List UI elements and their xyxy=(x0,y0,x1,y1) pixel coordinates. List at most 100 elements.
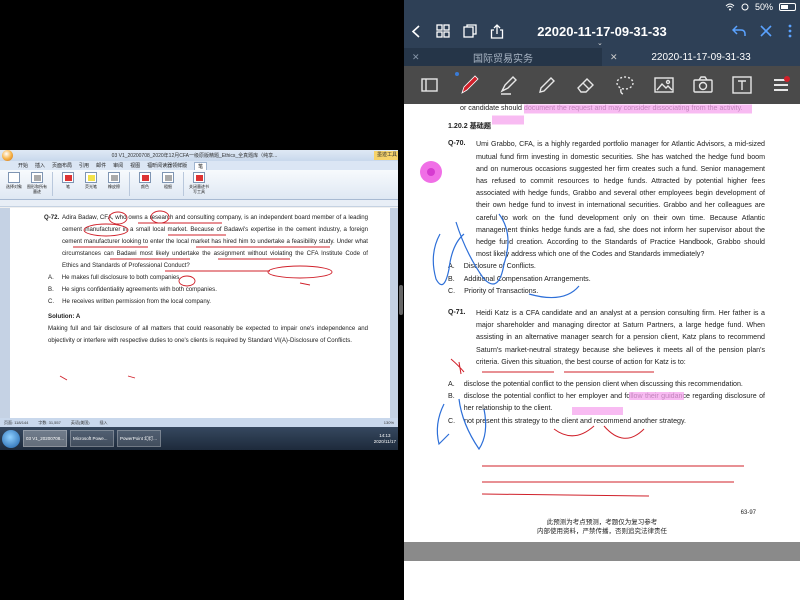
question-72: Q-72. Adira Badaw, CFA, who owns a resea… xyxy=(44,212,368,272)
menu-review[interactable]: 审阅 xyxy=(113,162,123,169)
word-ribbon: 选择对象 图形和所有墨迹 笔 荧光笔 橡皮擦 颜色 粗细 关闭墨迹书写工具 xyxy=(0,170,400,200)
start-button-icon[interactable] xyxy=(2,429,20,448)
tool-highlighter[interactable] xyxy=(488,70,527,100)
option-letter: C. xyxy=(448,416,456,425)
ribbon-pen[interactable]: 笔 xyxy=(58,172,78,189)
ribbon-close-ink[interactable]: 关闭墨迹书写工具 xyxy=(189,172,209,194)
tool-lasso[interactable] xyxy=(605,70,644,100)
close-icon[interactable] xyxy=(760,25,772,37)
word-title: 03 V1_20200708_2020年12月CFA一级原版精题_Ethics_… xyxy=(111,153,278,159)
title-dropdown-icon[interactable]: ⌄ xyxy=(597,39,603,47)
tool-eraser[interactable] xyxy=(566,70,605,100)
menu-references[interactable]: 引用 xyxy=(79,162,89,169)
reader-icon xyxy=(420,78,438,92)
menu-layout[interactable]: 页面布局 xyxy=(52,162,72,169)
context-tab-label: 墨迹工具 xyxy=(373,151,400,160)
option-text: He makes full disclosure to both compani… xyxy=(61,274,181,281)
battery-percent: 50% xyxy=(754,2,773,12)
pen-icon xyxy=(460,75,479,94)
ribbon-label: 选择对象 xyxy=(6,184,22,189)
ribbon-color[interactable]: 颜色 xyxy=(135,172,155,189)
word-document-area[interactable]: Q-72. Adira Badaw, CFA, who owns a resea… xyxy=(0,208,400,418)
ribbon-label: 关闭墨迹书写工具 xyxy=(189,184,209,194)
footer-line: 此预测为考点预测，考题仅为复习参考 xyxy=(546,518,658,526)
ribbon-highlighter[interactable]: 荧光笔 xyxy=(81,172,101,189)
tool-camera[interactable] xyxy=(683,70,722,100)
tab-close-icon[interactable]: ✕ xyxy=(412,52,420,63)
question-text: Heidi Katz is a CFA candidate and an ana… xyxy=(476,309,765,366)
undo-icon[interactable] xyxy=(732,25,746,37)
question-number: Q-72. xyxy=(44,214,60,221)
status-mode: 插入 xyxy=(99,419,108,425)
option-letter: B. xyxy=(448,274,455,283)
pdf-viewport[interactable]: or candidate should document the request… xyxy=(404,104,800,600)
wifi-icon xyxy=(725,3,735,11)
tab-document-2[interactable]: ✕ 22020-11-17-09-31-33 xyxy=(602,48,800,66)
divider-handle[interactable] xyxy=(399,285,403,315)
pages-icon[interactable] xyxy=(463,24,477,38)
word-statusbar: 页面: 118/144 字数: 31,557 英语(美国) 插入 130% xyxy=(0,418,400,427)
question-71: Q-71. Heidi Katz is a CFA candidate and … xyxy=(448,307,765,368)
ribbon-thickness[interactable]: 粗细 xyxy=(158,172,178,189)
word-ruler xyxy=(0,200,400,207)
tool-text[interactable] xyxy=(722,70,761,100)
taskbar-item-slideshow[interactable]: PowerPoint 幻灯... xyxy=(117,430,161,447)
back-chevron-icon[interactable] xyxy=(410,24,423,38)
menu-home[interactable]: 开始 xyxy=(18,162,28,169)
tool-pen-settings[interactable] xyxy=(761,70,800,100)
taskbar-item-word[interactable]: 03 V1_20200708... xyxy=(23,430,67,447)
menu-pen[interactable]: 笔 xyxy=(194,161,208,170)
share-icon[interactable] xyxy=(490,23,504,39)
screen: 03 V1_20200708_2020年12月CFA一级原版精题_Ethics_… xyxy=(0,0,800,600)
ribbon-select-objects[interactable]: 选择对象 xyxy=(4,172,24,189)
menu-mailings[interactable]: 邮件 xyxy=(96,162,106,169)
annotation-toolbar xyxy=(404,66,800,104)
camera-icon xyxy=(692,76,713,93)
question-text: Umi Grabbo, CFA, is a highly regarded po… xyxy=(476,140,765,259)
tab-document-1[interactable]: ✕ 国际贸易实务 xyxy=(404,48,602,66)
menu-foxit[interactable]: 福昕阅读器领鲜版 xyxy=(147,162,187,169)
select-icon xyxy=(8,172,20,183)
option-letter: A. xyxy=(448,262,455,271)
grid-icon[interactable] xyxy=(436,24,450,38)
left-pane: 03 V1_20200708_2020年12月CFA一级原版精题_Ethics_… xyxy=(0,0,400,600)
app-navbar: 22020-11-17-09-31-33 ⌄ xyxy=(404,14,800,48)
solution-label: Solution: A xyxy=(48,313,81,320)
status-words: 字数: 31,557 xyxy=(38,419,61,425)
option-letter: B. xyxy=(48,286,54,293)
tool-pen[interactable] xyxy=(449,70,488,100)
option-b: B. disclose the potential conflict to her… xyxy=(448,390,765,414)
option-letter: B. xyxy=(448,392,455,401)
tab-close-icon[interactable]: ✕ xyxy=(610,52,618,63)
tool-pencil[interactable] xyxy=(527,70,566,100)
option-a: A. Disclosure of Conflicts. xyxy=(448,260,765,272)
close-ink-icon xyxy=(193,172,205,183)
ios-status-bar: 50% xyxy=(404,0,800,14)
menu-view[interactable]: 视图 xyxy=(130,162,140,169)
tool-reader[interactable] xyxy=(410,70,449,100)
office-button-icon[interactable] xyxy=(2,150,13,161)
option-text: not present this strategy to the client … xyxy=(464,416,686,425)
shapes-icon xyxy=(31,172,43,183)
ribbon-label: 笔 xyxy=(66,184,70,189)
question-number: Q-71. xyxy=(448,309,466,317)
tool-image[interactable] xyxy=(644,70,683,100)
ribbon-eraser[interactable]: 橡皮擦 xyxy=(104,172,124,189)
status-page: 页面: 118/144 xyxy=(4,419,29,425)
more-icon[interactable] xyxy=(786,24,794,38)
tray-date: 2020/11/17 xyxy=(373,438,396,444)
tab-label: 22020-11-17-09-31-33 xyxy=(651,51,751,63)
option-b: B. Additional Compensation Arrangements. xyxy=(448,273,765,285)
option-a: A. He makes full disclosure to both compa… xyxy=(48,272,368,284)
ribbon-shapes-ink[interactable]: 图形和所有墨迹 xyxy=(27,172,47,194)
menu-insert[interactable]: 插入 xyxy=(35,162,45,169)
option-b: B. He signs confidentiality agreements wi… xyxy=(48,284,368,296)
eraser-icon xyxy=(576,78,594,93)
question-70: Q-70. Umi Grabbo, CFA, is a highly regar… xyxy=(448,138,765,260)
option-c: C. Priority of Transactions. xyxy=(448,285,765,297)
orientation-lock-icon xyxy=(741,3,749,11)
taskbar-item-powerpoint[interactable]: Microsoft Powe... xyxy=(70,430,114,447)
pen-settings-icon xyxy=(773,76,790,91)
word-page: Q-72. Adira Badaw, CFA, who owns a resea… xyxy=(10,208,390,418)
option-text: Priority of Transactions. xyxy=(464,286,539,295)
